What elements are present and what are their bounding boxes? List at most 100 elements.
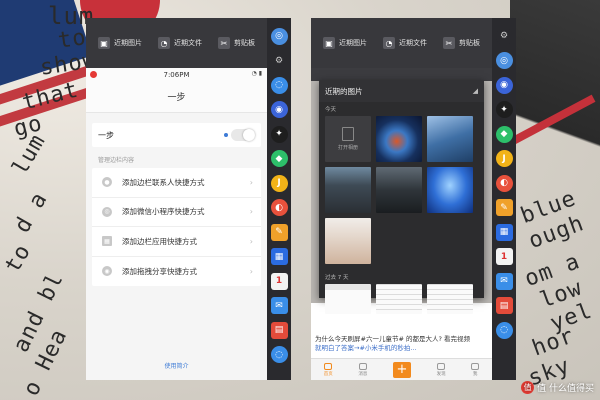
person-icon	[471, 362, 480, 370]
thumbnail-grid-week	[319, 284, 484, 314]
clipboard-button[interactable]: ✂ 剪贴板	[218, 37, 255, 49]
thumbnail-image[interactable]	[325, 284, 371, 314]
red-app-icon[interactable]: ▤	[495, 297, 513, 315]
mail-icon[interactable]: ✉	[270, 297, 288, 315]
status-time: 7:06PM	[163, 70, 190, 79]
image-icon: ▣	[323, 37, 335, 49]
nav-messages[interactable]: 消息	[358, 362, 367, 377]
one-step-toggle[interactable]	[224, 129, 255, 141]
usage-intro-link[interactable]: 使用简介	[86, 361, 267, 370]
menu-item-drag-share-shortcut[interactable]: ◉ 添加拖拽分享快捷方式 ›	[92, 257, 261, 287]
recent-images-label: 近期图片	[339, 39, 367, 47]
thumbnail-image[interactable]	[376, 284, 422, 314]
quick-toolbar: ▣ 近期图片 ◔ 近期文件 ✂ 剪贴板	[311, 18, 492, 68]
settings-icon[interactable]: ⚙	[495, 27, 513, 45]
edge-sidebar: ◎ ⚙ ◌ ◉ ✦ ◆ J ◐ ✎ ▦ 1 ✉ ▤ ◌	[267, 18, 291, 380]
watermark-logo-icon: 值	[521, 381, 535, 394]
nav-label: 发现	[436, 371, 446, 377]
blue-circle-icon[interactable]: ◉	[495, 76, 513, 94]
thumbnail-image[interactable]	[376, 116, 422, 162]
scissors-icon: ✂	[218, 37, 230, 49]
thumbnail-image[interactable]	[427, 284, 473, 314]
weibo-icon[interactable]: ◐	[270, 199, 288, 217]
recent-files-button[interactable]: ◔ 近期文件	[158, 37, 202, 49]
background-word: d a	[9, 187, 53, 238]
section-label: 管理边栏内容	[98, 157, 135, 164]
menu-item-label: 添加边栏联系人快捷方式	[122, 177, 205, 187]
blue-app-icon[interactable]: ▦	[270, 248, 288, 266]
chrome-icon[interactable]: ◎	[495, 52, 513, 70]
nav-label: 我	[472, 371, 478, 377]
menu-item-app-shortcut[interactable]: ▦ 添加边栏应用快捷方式 ›	[92, 227, 261, 257]
nav-home[interactable]: 首页	[324, 362, 333, 377]
notes-icon[interactable]: ✎	[270, 223, 288, 241]
pie-chart-icon: ◔	[158, 37, 170, 49]
menu-item-contacts-shortcut[interactable]: ● 添加边栏联系人快捷方式 ›	[92, 168, 261, 198]
status-bar: 7:06PM ◔ ▮	[86, 68, 267, 81]
swirl-icon[interactable]: ◌	[270, 76, 288, 94]
recent-files-button[interactable]: ◔ 近期文件	[383, 37, 427, 49]
phone-right: ▣ 近期图片 ◔ 近期文件 ✂ 剪贴板 为什么今天刷屏#六一儿童节# 的都是大人…	[311, 18, 516, 380]
nav-discover[interactable]: 发现	[436, 362, 446, 377]
feed-text[interactable]: 就明白了答案→#小米手机的秒拍...	[315, 344, 488, 353]
green-app-icon[interactable]: ◆	[270, 150, 288, 168]
swirl-icon[interactable]: ◌	[495, 321, 513, 339]
wifi-battery-icon: ◔ ▮	[251, 70, 262, 77]
open-album-button[interactable]: 打开相册	[325, 116, 371, 162]
mail-icon[interactable]: ✉	[495, 272, 513, 290]
recent-files-label: 近期文件	[174, 39, 202, 47]
toggle-label: 一步	[98, 130, 114, 140]
mini-program-icon: ◎	[102, 206, 112, 217]
background-word: lum	[7, 129, 51, 180]
blue-app-icon[interactable]: ▦	[495, 223, 513, 241]
green-app-icon[interactable]: ◆	[495, 125, 513, 143]
blue-circle-icon[interactable]: ◉	[270, 101, 288, 119]
share-icon: ◉	[102, 266, 112, 277]
album-icon	[342, 127, 354, 141]
settings-icon[interactable]: ⚙	[270, 52, 288, 70]
clipboard-button[interactable]: ✂ 剪贴板	[443, 37, 480, 49]
thumbnail-image[interactable]	[427, 116, 473, 162]
weibo-icon[interactable]: ◐	[495, 174, 513, 192]
menu-item-wechat-shortcut[interactable]: ◎ 添加微信小程序快捷方式 ›	[92, 198, 261, 227]
recent-images-button[interactable]: ▣ 近期图片	[323, 37, 367, 49]
page-title: 一步	[86, 81, 267, 113]
watermark: 值 值 什么值得买	[521, 381, 594, 394]
thumbnail-image[interactable]	[376, 167, 422, 213]
jd-icon[interactable]: J	[495, 150, 513, 168]
message-icon	[358, 362, 367, 370]
thumbnail-image[interactable]	[427, 167, 473, 213]
menu-item-label: 添加拖拽分享快捷方式	[122, 266, 197, 276]
chrome-icon[interactable]: ◎	[270, 27, 288, 45]
menu-item-label: 添加边栏应用快捷方式	[122, 236, 197, 246]
qq-icon[interactable]: ✦	[495, 101, 513, 119]
pie-chart-icon: ◔	[383, 37, 395, 49]
background-word: hor	[529, 323, 578, 362]
compose-button[interactable]: +	[392, 361, 411, 378]
feed-text[interactable]: 为什么今天刷屏#六一儿童节# 的都是大人? 看完视频	[315, 335, 488, 344]
grid-icon: ▦	[102, 236, 112, 247]
thumbnail-image[interactable]	[325, 167, 371, 213]
one-step-toggle-row[interactable]: 一步	[92, 123, 261, 147]
edge-sidebar: ⚙ ◎ ◉ ✦ ◆ J ◐ ✎ ▦ 1 ✉ ▤ ◌	[492, 18, 516, 380]
red-app-icon[interactable]: ▤	[270, 321, 288, 339]
scissors-icon: ✂	[443, 37, 455, 49]
chevron-right-icon: ›	[249, 236, 253, 246]
nav-me[interactable]: 我	[471, 362, 480, 377]
toggle-indicator-dot	[224, 133, 228, 137]
notes-icon[interactable]: ✎	[495, 199, 513, 217]
qq-icon[interactable]: ✦	[270, 125, 288, 143]
swirl-icon[interactable]: ◌	[270, 346, 288, 364]
corner-arrow-icon[interactable]: ◢	[473, 87, 478, 95]
popup-title: 近期的图片	[325, 86, 363, 96]
settings-screen: 7:06PM ◔ ▮ 一步 一步 管理边栏内容 ● 添加边栏联系人快捷方式 › …	[86, 68, 267, 380]
menu-item-label: 添加微信小程序快捷方式	[122, 207, 205, 217]
calendar-icon[interactable]: 1	[495, 248, 513, 266]
watermark-text: 值 什么值得买	[537, 384, 594, 394]
calendar-icon[interactable]: 1	[270, 272, 288, 290]
recent-images-button[interactable]: ▣ 近期图片	[98, 37, 142, 49]
section-today: 今天	[325, 107, 337, 113]
notification-dot	[90, 71, 97, 78]
thumbnail-image[interactable]	[325, 218, 371, 264]
jd-icon[interactable]: J	[270, 174, 288, 192]
